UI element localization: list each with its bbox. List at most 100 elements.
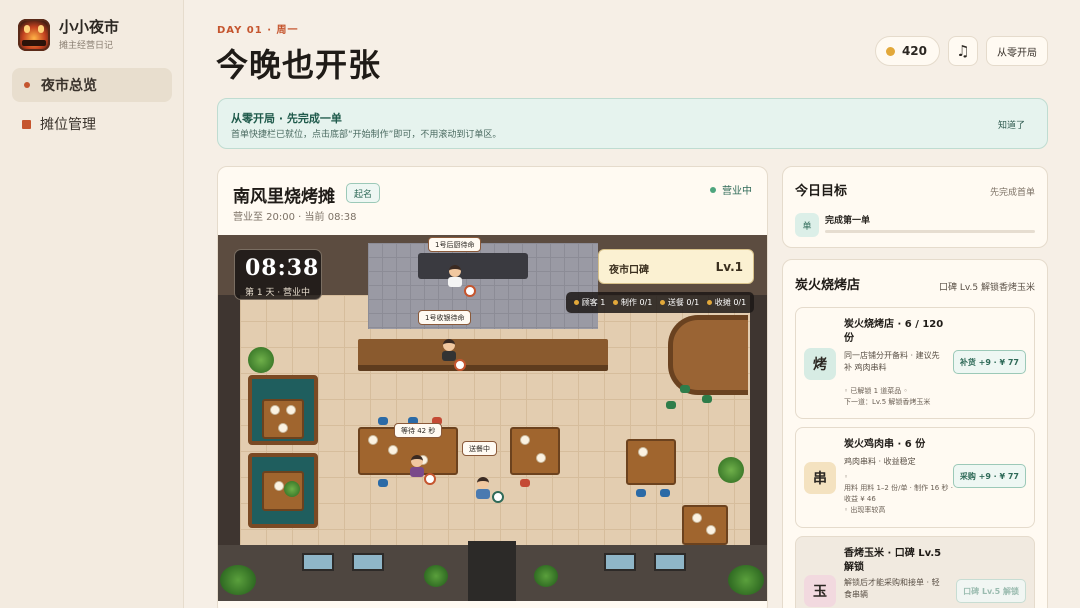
kitchen-status-bubble: 1号后厨待命 [428, 237, 482, 252]
coin-balance: 420 [874, 36, 940, 66]
waiter-status-bubble: 送餐中 [462, 441, 497, 456]
customer-character[interactable] [410, 455, 424, 477]
dining-table[interactable] [262, 399, 304, 439]
item-name: 炭火烧烤店 · 6 / 120 份 [844, 319, 944, 344]
plate [286, 405, 296, 415]
bar-stool [702, 395, 712, 403]
shop-card: 炭火烧烤店 口碑 Lv.5 解锁香烤玉米 烤 炭火烧烤店 · 6 / 120 份… [782, 259, 1048, 608]
plate [706, 525, 716, 535]
page-title: 今晚也开张 [216, 46, 382, 84]
item-note: ◦ 已解锁 1 道菜品 ◦ 下一道：Lv.5 解锁香烤玉米 [844, 387, 931, 406]
shop-title: 炭火烧烤店 [795, 278, 861, 293]
character-head [411, 455, 423, 467]
clock-time: 08:38 [245, 255, 320, 281]
unlock-requirement-button[interactable]: 口碑 Lv.5 解锁 [956, 579, 1026, 603]
task-marker-icon[interactable] [454, 359, 466, 371]
stats-bar: 顾客 1 制作 0/1 送餐 0/1 收摊 0/1 [566, 292, 754, 313]
stat-label: 顾客 1 [581, 298, 606, 307]
dining-table[interactable] [626, 439, 676, 485]
restock-button[interactable]: 补货 +9 · ¥ 77 [952, 350, 1026, 374]
plate [368, 435, 378, 445]
daily-goal-card: 今日目标 先完成首单 单 完成第一单 [782, 166, 1048, 248]
character-body [442, 351, 456, 361]
coin-icon [885, 46, 895, 56]
stall-name: 南风里烧烤摊 [233, 187, 335, 207]
stat-dot-icon [612, 300, 618, 305]
shop-item: 串 炭火鸡肉串 · 6 份 鸡肉串料 · 收益稳定 ◦ 用料 用料 1–2 份/… [795, 427, 1035, 528]
stat-label: 制作 0/1 [620, 298, 653, 307]
rename-stall-button[interactable]: 起名 [346, 183, 381, 203]
music-toggle-button[interactable]: ♫ [948, 36, 978, 66]
brand-subtitle: 摊主经营日记 [59, 41, 114, 51]
status-badge: 营业中 [710, 182, 752, 197]
skewer-icon: 串 [804, 462, 836, 494]
reputation-label: 夜市口碑 [609, 265, 649, 276]
dining-table[interactable] [510, 427, 560, 475]
task-marker-icon[interactable] [492, 491, 504, 503]
stove-grill [418, 253, 528, 279]
goal-title: 今日目标 [795, 184, 848, 199]
character-body [448, 277, 462, 287]
day-label: DAY 01 · 周一 [217, 25, 299, 36]
sidebar: 小小夜市 摊主经营日记 夜市总览 摊位管理 [0, 0, 184, 608]
dining-table[interactable] [682, 505, 728, 545]
waiter-character[interactable] [476, 477, 490, 499]
sidebar-item-stall-management[interactable]: 摊位管理 [12, 107, 172, 141]
stat-cooking: 制作 0/1 [612, 297, 653, 308]
entrance-door [468, 541, 516, 601]
potted-plant [718, 457, 744, 483]
lantern-logo-icon [18, 18, 50, 51]
sidebar-nav: 夜市总览 摊位管理 [12, 68, 172, 146]
window [302, 553, 334, 571]
purchase-button[interactable]: 采购 +9 · ¥ 77 [952, 464, 1026, 488]
header-actions: 420 ♫ 从零开局 [874, 36, 1048, 66]
reset-game-button[interactable]: 从零开局 [986, 36, 1048, 66]
stat-label: 送餐 0/1 [667, 298, 700, 307]
plate [278, 423, 288, 433]
reputation-level: Lv.1 [715, 260, 743, 274]
character-body [410, 467, 424, 477]
character-head [449, 265, 461, 277]
potted-plant [248, 347, 274, 373]
service-counter [358, 339, 608, 371]
chair [636, 489, 646, 497]
chair [520, 479, 530, 487]
bush [534, 565, 558, 587]
banner-text: 首单快捷栏已就位，点击底部“开始制作”即可，不用滚动到订单区。 [231, 130, 502, 140]
stat-dot-icon [573, 300, 579, 305]
stall-hours: 营业至 20:00 · 当前 08:38 [233, 212, 357, 223]
cashier-character[interactable] [442, 339, 456, 361]
character-head [477, 477, 489, 489]
chef-character[interactable] [448, 265, 462, 287]
plate [692, 513, 702, 523]
dismiss-banner-button[interactable]: 知道了 [988, 114, 1035, 134]
goal-progress-bar [825, 230, 1035, 233]
tip-banner: 从零开局 · 先完成一单 首单快捷栏已就位，点击底部“开始制作”即可，不用滚动到… [217, 98, 1048, 149]
stat-label: 收摊 0/1 [714, 298, 747, 307]
square-icon [22, 119, 31, 129]
task-marker-icon[interactable] [464, 285, 476, 297]
game-scene[interactable]: 1号后厨待命 1号收银待命 等待 42 秒 送餐中 08:38 第 1 天 · … [218, 235, 767, 601]
bar-stool [666, 401, 676, 409]
stat-dot-icon [706, 300, 712, 305]
order-icon: 单 [795, 213, 819, 237]
plate [274, 481, 284, 491]
item-name: 炭火鸡肉串 · 6 份 [844, 439, 926, 450]
item-note: ◦ 用料 用料 1–2 份/单 · 制作 16 秒 · 收益 ¥ 46 ◦ 出现… [844, 473, 953, 514]
sidebar-item-overview[interactable]: 夜市总览 [12, 68, 172, 102]
goal-subtitle: 先完成首单 [989, 188, 1035, 198]
stat-delivery: 送餐 0/1 [659, 297, 700, 308]
grill-icon: 烤 [804, 348, 836, 380]
item-description: 解锁后才能采购和接单 · 轻食串辆 [844, 578, 940, 599]
reputation-panel: 夜市口碑 Lv.1 [598, 249, 754, 284]
item-description: 同一店铺分开备料 · 建议先补 鸡肉串料 [844, 351, 940, 372]
goal-task: 完成第一单 [825, 216, 871, 226]
character-head [443, 339, 455, 351]
plate [638, 447, 648, 457]
sidebar-item-label: 摊位管理 [40, 117, 96, 133]
bush [424, 565, 448, 587]
window [352, 553, 384, 571]
task-marker-icon[interactable] [424, 473, 436, 485]
plate [520, 435, 530, 445]
customer-wait-bubble: 等待 42 秒 [394, 423, 443, 438]
